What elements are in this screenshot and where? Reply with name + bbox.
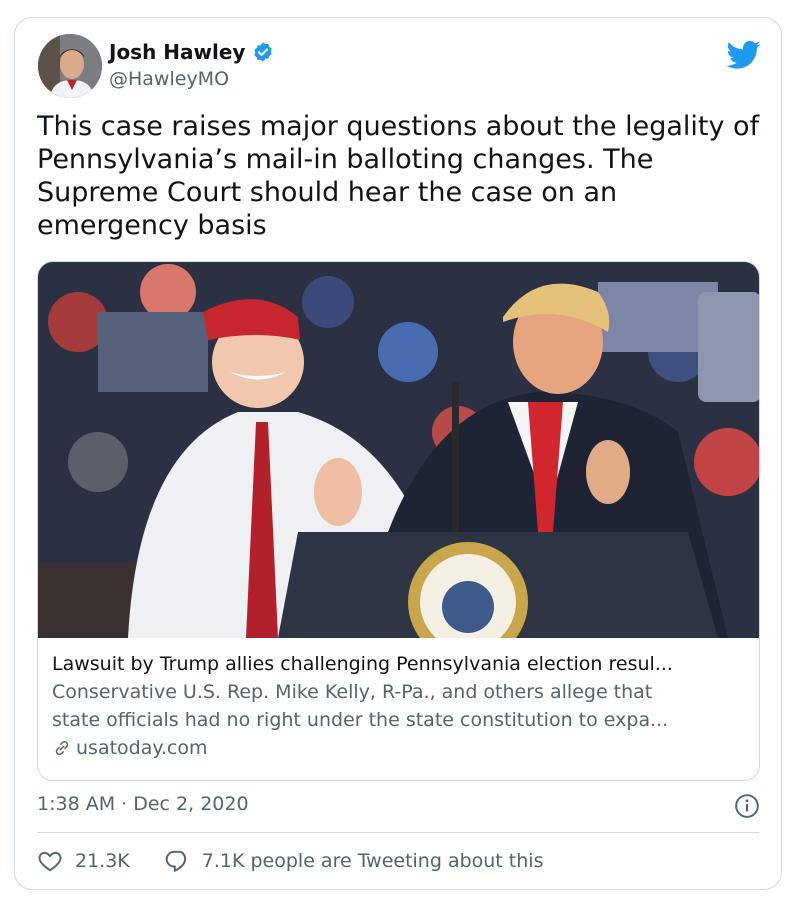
tweet-actions: 21.3K 7.1K people are Tweeting about thi… bbox=[37, 848, 543, 874]
article-description-line-2: state officials had no right under the s… bbox=[52, 709, 669, 731]
twitter-bird-icon[interactable] bbox=[727, 40, 761, 70]
article-description-line-1: Conservative U.S. Rep. Mike Kelly, R-Pa.… bbox=[52, 681, 653, 703]
reply-action[interactable]: 7.1K people are Tweeting about this bbox=[164, 848, 544, 874]
author-name-row: Josh Hawley bbox=[109, 40, 274, 64]
avatar-image bbox=[38, 34, 102, 98]
divider bbox=[37, 832, 759, 833]
article-domain[interactable]: usatoday.com bbox=[52, 734, 742, 762]
article-domain-text: usatoday.com bbox=[76, 737, 208, 759]
speech-bubble-icon bbox=[165, 850, 186, 872]
author-name[interactable]: Josh Hawley bbox=[109, 40, 245, 64]
author-avatar[interactable] bbox=[38, 34, 102, 98]
article-photo[interactable] bbox=[38, 262, 760, 638]
article-title[interactable]: Lawsuit by Trump allies challenging Penn… bbox=[52, 650, 742, 678]
heart-icon bbox=[38, 851, 62, 872]
reply-label: 7.1K people are Tweeting about this bbox=[201, 850, 544, 872]
tweet-text: This case raises major questions about t… bbox=[37, 111, 760, 241]
tweet-card: Josh Hawley @HawleyMO This case raises m… bbox=[14, 17, 782, 890]
like-count: 21.3K bbox=[75, 850, 130, 872]
author-handle[interactable]: @HawleyMO bbox=[109, 68, 229, 90]
tweet-timestamp[interactable]: 1:38 AM · Dec 2, 2020 bbox=[37, 793, 249, 815]
verified-badge-icon bbox=[254, 42, 273, 62]
like-action[interactable]: 21.3K bbox=[37, 848, 130, 874]
link-card-text: Lawsuit by Trump allies challenging Penn… bbox=[52, 650, 742, 762]
info-icon[interactable] bbox=[734, 793, 760, 819]
link-preview-card[interactable]: Lawsuit by Trump allies challenging Penn… bbox=[37, 261, 760, 781]
link-icon bbox=[55, 740, 69, 756]
